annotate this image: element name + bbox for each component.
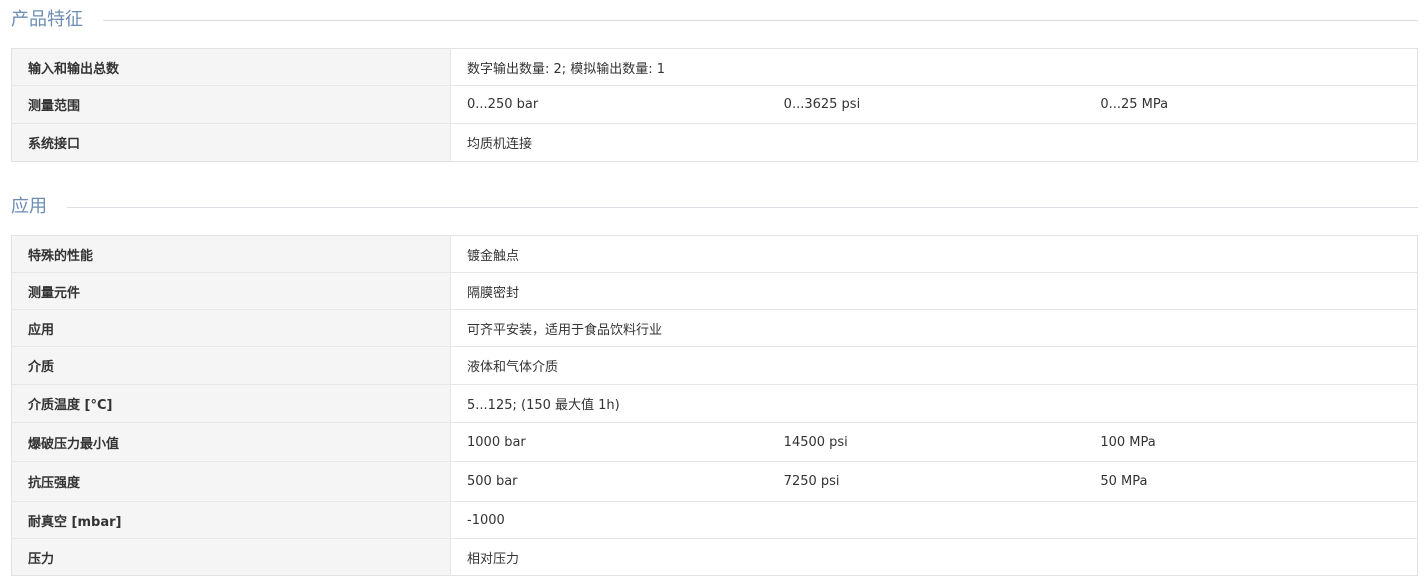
table-row: 输入和输出总数 数字输出数量: 2; 模拟输出数量: 1 bbox=[11, 48, 1418, 86]
row-value-bar: 1000 bar bbox=[467, 434, 526, 450]
row-value-text: -1000 bbox=[467, 512, 505, 528]
application-section-title: 应用 bbox=[11, 196, 47, 217]
row-label: 耐真空 [mbar] bbox=[11, 501, 451, 539]
row-value: -1000 bbox=[450, 501, 1418, 539]
row-value: 液体和气体介质 bbox=[450, 346, 1418, 385]
row-label: 介质 bbox=[11, 346, 451, 385]
row-label: 应用 bbox=[11, 309, 451, 347]
features-section-title: 产品特征 bbox=[11, 9, 83, 30]
features-section-divider bbox=[103, 19, 1418, 21]
row-value-text: 隔膜密封 bbox=[467, 285, 520, 301]
row-value: 500 bar 7250 psi 50 MPa bbox=[450, 461, 1418, 502]
row-value-mpa: 50 MPa bbox=[1100, 474, 1148, 489]
row-label: 特殊的性能 bbox=[11, 235, 451, 273]
row-value-bar: 0...250 bar bbox=[467, 97, 539, 112]
row-value: 相对压力 bbox=[450, 538, 1418, 576]
row-value-text: 均质机连接 bbox=[467, 137, 533, 152]
row-label: 测量范围 bbox=[11, 85, 451, 124]
row-value-text: 可齐平安装，适用于食品饮料行业 bbox=[467, 322, 663, 338]
row-value: 镀金触点 bbox=[451, 236, 1418, 273]
row-value: 0...250 bar 0...3625 psi 0...25 MPa bbox=[450, 85, 1418, 124]
row-value-psi: 7250 psi bbox=[783, 474, 840, 489]
row-label: 抗压强度 bbox=[11, 461, 451, 502]
table-row: 介质 液体和气体介质 bbox=[11, 346, 1418, 385]
table-row: 应用 可齐平安装，适用于食品饮料行业 bbox=[11, 309, 1418, 347]
row-label: 介质温度 [°C] bbox=[11, 384, 451, 423]
application-section-divider bbox=[67, 206, 1418, 208]
row-value-psi: 0...3625 psi bbox=[783, 97, 861, 112]
row-value: 隔膜密封 bbox=[450, 272, 1418, 310]
row-value: 数字输出数量: 2; 模拟输出数量: 1 bbox=[451, 49, 1418, 86]
table-row: 抗压强度 500 bar 7250 psi 50 MPa bbox=[11, 461, 1418, 502]
table-row: 压力 相对压力 bbox=[11, 538, 1418, 576]
row-value-text: 相对压力 bbox=[467, 551, 520, 567]
row-value-text: 5...125; (150 最大值 1h) bbox=[467, 398, 620, 413]
row-value: 5...125; (150 最大值 1h) bbox=[450, 384, 1418, 423]
row-value: 可齐平安装，适用于食品饮料行业 bbox=[450, 309, 1418, 347]
table-row: 介质温度 [°C] 5...125; (150 最大值 1h) bbox=[11, 384, 1418, 423]
row-value: 1000 bar 14500 psi 100 MPa bbox=[450, 422, 1418, 462]
row-label: 输入和输出总数 bbox=[11, 48, 451, 86]
row-value: 均质机连接 bbox=[450, 123, 1418, 162]
row-label: 爆破压力最小值 bbox=[11, 422, 451, 462]
table-row: 爆破压力最小值 1000 bar 14500 psi 100 MPa bbox=[11, 422, 1418, 462]
row-value-mpa: 100 MPa bbox=[1100, 434, 1156, 450]
row-label: 系统接口 bbox=[11, 123, 451, 162]
features-section-header: 产品特征 bbox=[11, 9, 1418, 31]
application-section-header: 应用 bbox=[11, 196, 1418, 218]
row-label: 测量元件 bbox=[11, 272, 451, 310]
row-value-text: 数字输出数量: 2; 模拟输出数量: 1 bbox=[467, 61, 666, 77]
row-value-text: 镀金触点 bbox=[467, 248, 520, 264]
table-row: 耐真空 [mbar] -1000 bbox=[11, 501, 1418, 539]
features-table: 输入和输出总数 数字输出数量: 2; 模拟输出数量: 1 测量范围 0...25… bbox=[11, 48, 1418, 162]
row-value-bar: 500 bar bbox=[467, 474, 518, 489]
table-row: 测量元件 隔膜密封 bbox=[11, 272, 1418, 310]
table-row: 系统接口 均质机连接 bbox=[11, 123, 1418, 162]
row-value-psi: 14500 psi bbox=[783, 434, 848, 450]
application-table: 特殊的性能 镀金触点 测量元件 隔膜密封 应用 可齐平安装，适用于食品饮料行业 … bbox=[11, 235, 1418, 576]
row-value-text: 液体和气体介质 bbox=[467, 360, 559, 375]
table-row: 特殊的性能 镀金触点 bbox=[11, 235, 1418, 273]
table-row: 测量范围 0...250 bar 0...3625 psi 0...25 MPa bbox=[11, 85, 1418, 124]
row-label: 压力 bbox=[11, 538, 451, 576]
row-value-mpa: 0...25 MPa bbox=[1100, 97, 1169, 112]
